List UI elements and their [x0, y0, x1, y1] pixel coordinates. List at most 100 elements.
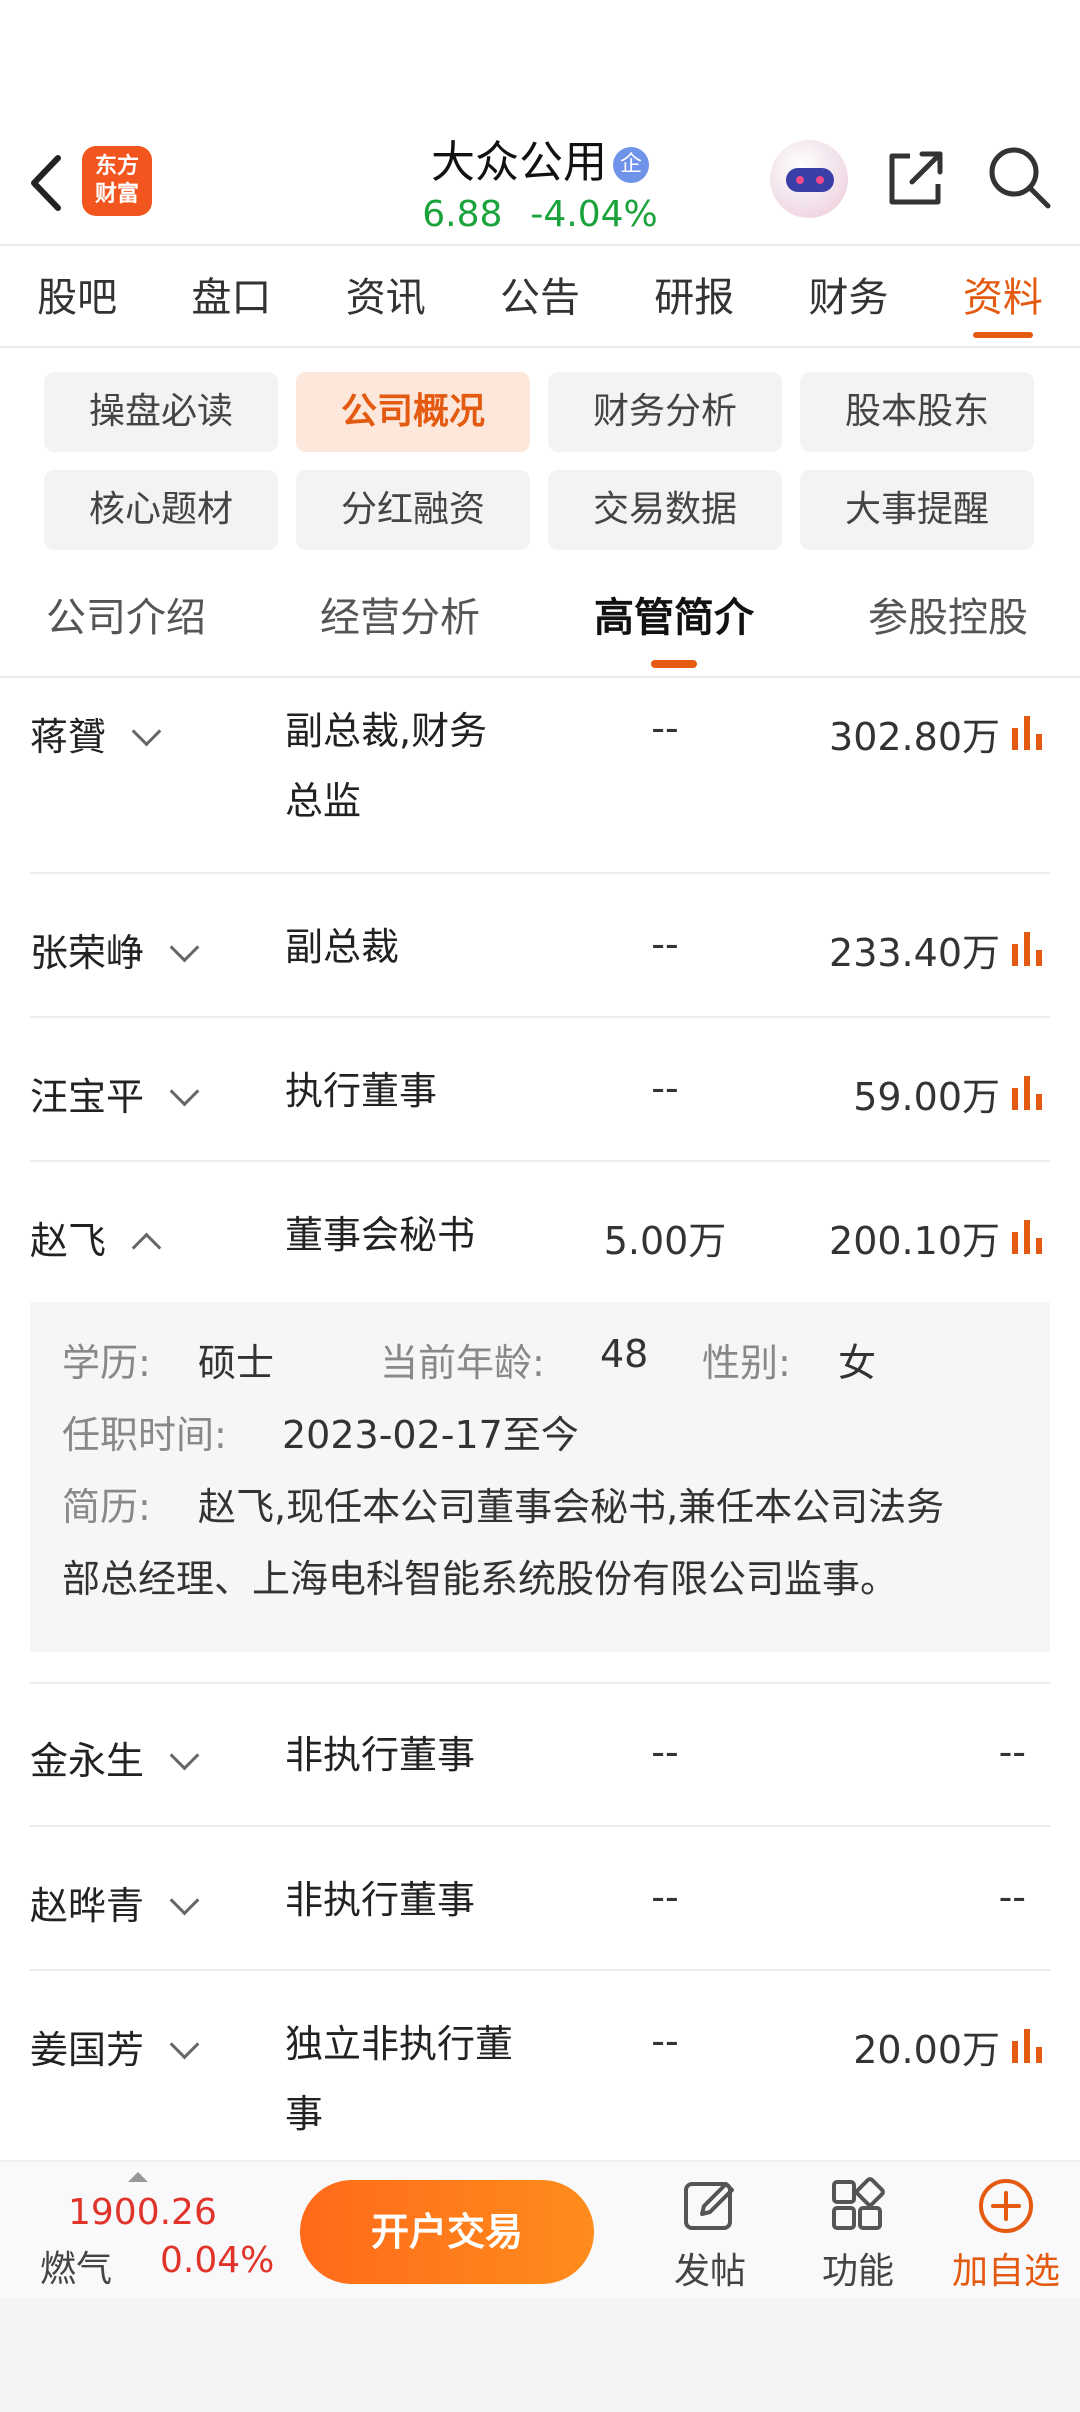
table-row-expanded[interactable]: 赵飞 董事会秘书 5.00万 200.10万 学历: 硕士 当前年龄: 48 性… — [0, 1162, 1080, 1652]
exec-name-wrap: 赵飞 — [30, 1210, 162, 1265]
table-row[interactable]: 金永生 非执行董事 -- -- — [0, 1652, 1080, 1827]
main-tabs: 股吧 盘口 资讯 公告 研报 财务 资料 — [0, 250, 1080, 346]
table-row[interactable]: 蒋贇 副总裁,财务 总监 -- 302.80万 — [0, 676, 1080, 874]
chip-trading-guide[interactable]: 操盘必读 — [44, 372, 278, 452]
exec-position-line1: 独立非执行董 — [285, 2022, 514, 2066]
search-icon[interactable] — [984, 142, 1054, 212]
chip-trading-data[interactable]: 交易数据 — [548, 470, 782, 550]
chevron-down-icon[interactable] — [169, 1740, 200, 1771]
gender-value: 女 — [838, 1341, 877, 1385]
exec-position: 独立非执行董事 — [285, 2009, 555, 2149]
bar-chart-icon[interactable] — [1010, 1072, 1048, 1110]
chip-events[interactable]: 大事提醒 — [800, 470, 1034, 550]
exec-holding: -- — [651, 2019, 679, 2063]
share-icon[interactable] — [882, 142, 952, 212]
tabs-divider — [0, 346, 1080, 348]
exec-pay: 20.00万 — [853, 2028, 1000, 2072]
open-account-button[interactable]: 开户交易 — [300, 2180, 594, 2284]
add-watchlist-button[interactable]: 加自选 — [946, 2176, 1066, 2294]
logo-text-2: 财富 — [94, 182, 139, 207]
table-row[interactable]: 赵晔青 非执行董事 -- -- — [0, 1827, 1080, 1971]
chip-financial-analysis[interactable]: 财务分析 — [548, 372, 782, 452]
exec-position: 非执行董事 — [285, 1733, 476, 1777]
age-label: 当前年龄: — [380, 1341, 545, 1385]
sector-change-pct[interactable]: 0.04% — [160, 2240, 274, 2281]
chip-dividends[interactable]: 分红融资 — [296, 470, 530, 550]
chevron-up-icon[interactable] — [131, 1232, 162, 1263]
bar-chart-icon[interactable] — [1010, 1216, 1048, 1254]
exec-position-line2: 总监 — [285, 779, 362, 823]
chevron-down-icon[interactable] — [169, 1076, 200, 1107]
chip-shareholders[interactable]: 股本股东 — [800, 372, 1034, 452]
functions-button[interactable]: 功能 — [798, 2176, 918, 2294]
exec-name: 姜国芳 — [30, 2028, 145, 2072]
exec-detail-panel: 学历: 硕士 当前年龄: 48 性别: 女 任职时间: 2023-02-17至今… — [30, 1302, 1050, 1652]
exec-name-wrap: 姜国芳 — [30, 2019, 200, 2074]
tab-finance[interactable]: 财务 — [771, 250, 925, 346]
bar-chart-icon[interactable] — [1010, 712, 1048, 750]
tab-announcements[interactable]: 公告 — [463, 250, 617, 346]
app-logo[interactable]: 东方 财富 — [82, 146, 152, 216]
logo-text-1: 东方 — [94, 154, 139, 179]
exec-holding: -- — [651, 922, 679, 966]
subtab-holdings[interactable]: 参股控股 — [868, 570, 1028, 666]
exec-name: 赵晔青 — [30, 1884, 145, 1928]
sector-index-value[interactable]: 1900.26 — [68, 2192, 217, 2233]
exec-pay: 233.40万 — [829, 931, 1000, 975]
add-watchlist-label: 加自选 — [951, 2251, 1060, 2292]
exec-name: 张荣峥 — [30, 931, 145, 975]
back-arrow-icon[interactable] — [22, 148, 72, 218]
chevron-down-icon[interactable] — [169, 1885, 200, 1916]
header: 东方 财富 大众公用企 6.88 -4.04% — [0, 120, 1080, 245]
stock-title-block[interactable]: 大众公用企 6.88 -4.04% — [300, 126, 780, 235]
subtab-company-intro[interactable]: 公司介绍 — [46, 570, 206, 666]
chevron-down-icon[interactable] — [131, 716, 162, 747]
subtab-executives[interactable]: 高管简介 — [594, 570, 754, 668]
exec-name: 金永生 — [30, 1739, 145, 1783]
sector-name[interactable]: 燃气 — [40, 2240, 112, 2292]
table-row[interactable]: 姜国芳 独立非执行董事 -- 20.00万 — [0, 1971, 1080, 2191]
stock-name-line: 大众公用企 — [300, 126, 780, 190]
exec-holding: -- — [651, 1875, 679, 1919]
tab-profile[interactable]: 资料 — [926, 250, 1080, 346]
sub-tabs: 公司介绍 经营分析 高管简介 参股控股 — [0, 570, 1080, 670]
chevron-down-icon[interactable] — [169, 2029, 200, 2060]
exec-position: 执行董事 — [285, 1069, 438, 1113]
exec-pay: -- — [998, 1875, 1026, 1919]
bar-chart-icon[interactable] — [1010, 928, 1048, 966]
exec-pay: -- — [998, 1730, 1026, 1774]
row-divider — [30, 1682, 1050, 1684]
chip-core-themes[interactable]: 核心题材 — [44, 470, 278, 550]
exec-position: 董事会秘书 — [285, 1213, 476, 1257]
chip-company-overview[interactable]: 公司概况 — [296, 372, 530, 452]
exec-holding: -- — [651, 1730, 679, 1774]
tab-research[interactable]: 研报 — [617, 250, 771, 346]
age-value: 48 — [600, 1332, 649, 1376]
gender-label: 性别: — [702, 1341, 791, 1385]
tenure-label: 任职时间: — [62, 1413, 227, 1457]
exec-name-wrap: 赵晔青 — [30, 1875, 200, 1930]
edu-value: 硕士 — [198, 1341, 275, 1385]
category-chips: 操盘必读 公司概况 财务分析 股本股东 核心题材 分红融资 交易数据 大事提醒 — [44, 372, 1044, 550]
tab-pankou[interactable]: 盘口 — [154, 250, 308, 346]
table-row[interactable]: 张荣峥 副总裁 -- 233.40万 — [0, 874, 1080, 1018]
exec-name-wrap: 张荣峥 — [30, 922, 200, 977]
post-label: 发帖 — [673, 2251, 746, 2292]
ai-assistant-icon[interactable] — [770, 140, 848, 218]
exec-pay: 200.10万 — [829, 1219, 1000, 1263]
plus-circle-icon — [979, 2179, 1033, 2233]
tab-guba[interactable]: 股吧 — [0, 250, 154, 346]
exec-holding: 5.00万 — [603, 1219, 727, 1263]
chevron-down-icon[interactable] — [169, 932, 200, 963]
table-row[interactable]: 汪宝平 执行董事 -- 59.00万 — [0, 1018, 1080, 1162]
caret-up-icon[interactable] — [128, 2172, 148, 2182]
exec-name: 蒋贇 — [30, 715, 107, 759]
tab-news[interactable]: 资讯 — [309, 250, 463, 346]
bar-chart-icon[interactable] — [1010, 2025, 1048, 2063]
stock-price: 6.88 — [422, 194, 503, 235]
bio-label: 简历: — [62, 1485, 151, 1529]
post-button[interactable]: 发帖 — [650, 2176, 770, 2294]
exec-pay: 302.80万 — [829, 715, 1000, 759]
subtab-operations[interactable]: 经营分析 — [320, 570, 480, 666]
exec-holding: -- — [651, 706, 679, 750]
